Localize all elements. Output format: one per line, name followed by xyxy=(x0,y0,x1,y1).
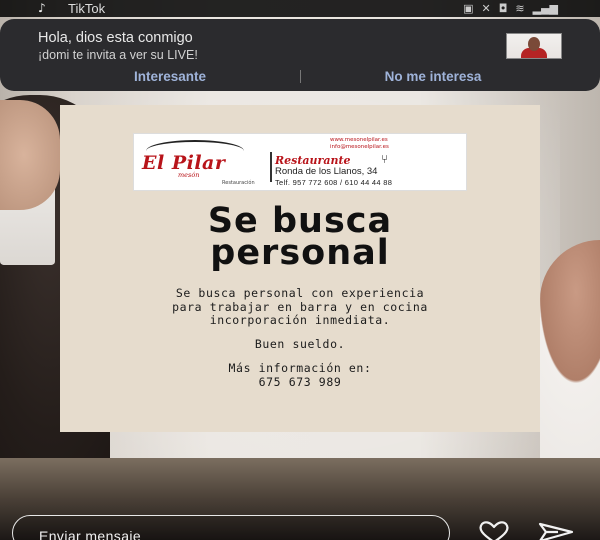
post-description: Se busca personal con experiencia para t… xyxy=(60,286,540,328)
logo-website: www.mesonelpilar.es xyxy=(330,137,388,143)
notification-avatar xyxy=(506,33,562,59)
actions-divider xyxy=(300,70,301,83)
status-bar: ♪ TikTok ▣ ✕ ◘ ≋ ▂▄▆ xyxy=(0,0,600,17)
signal-icon: ▂▄▆ xyxy=(532,2,558,15)
logo-address: Ronda de los Llanos, 34 xyxy=(275,166,378,177)
waiter-face xyxy=(0,100,60,210)
logo-separator xyxy=(270,152,272,182)
reply-bar: Enviar mensaje xyxy=(0,510,600,540)
job-post-card: El Pilar mesón Restauración www.mesonelp… xyxy=(60,105,540,432)
alarm-icon: ◘ xyxy=(498,2,508,15)
logo-sub: mesón xyxy=(178,171,200,179)
live-invite-notification[interactable]: Hola, dios esta conmigo ¡domi te invita … xyxy=(0,19,600,91)
post-salary: Buen sueldo. xyxy=(254,337,346,351)
notification-icon: ▣ xyxy=(463,2,474,15)
cutlery-icon: ⑂ xyxy=(381,152,389,166)
description-line: Se busca personal con experiencia xyxy=(175,286,425,300)
avatar-head xyxy=(528,37,540,51)
wifi-icon: ≋ xyxy=(515,2,525,15)
post-contact: Más información en: 675 673 989 xyxy=(60,361,540,389)
logo-emblem: El Pilar mesón Restauración xyxy=(138,138,258,188)
message-input[interactable]: Enviar mensaje xyxy=(12,515,450,540)
notification-body: ¡domi te invita a ver su LIVE! xyxy=(38,48,198,62)
logo-web: www.mesonelpilar.es info@mesonelpilar.es xyxy=(330,137,389,151)
heart-icon[interactable] xyxy=(476,520,512,540)
message-placeholder: Enviar mensaje xyxy=(39,528,142,540)
mute-icon: ✕ xyxy=(481,2,491,15)
status-icons: ▣ ✕ ◘ ≋ ▂▄▆ xyxy=(463,0,558,17)
contact-phone: 675 673 989 xyxy=(258,374,342,389)
tiktok-icon: ♪ xyxy=(38,1,46,15)
status-app-name: TikTok xyxy=(68,1,106,16)
post-headline: Se busca personal xyxy=(60,204,540,273)
notification-actions: Interesante No me interesa xyxy=(0,67,600,87)
headline-line: personal xyxy=(210,233,390,273)
logo-tag: Restauración xyxy=(222,180,255,186)
description-line: para trabajar en barra y en cocina xyxy=(172,299,428,314)
not-interested-button[interactable]: No me interesa xyxy=(340,67,526,87)
restaurant-logo: El Pilar mesón Restauración www.mesonelp… xyxy=(133,133,467,191)
description-line: incorporación inmediata. xyxy=(209,313,391,327)
interesting-button[interactable]: Interesante xyxy=(100,67,240,87)
notification-title: Hola, dios esta conmigo xyxy=(38,30,193,46)
send-icon[interactable] xyxy=(538,521,574,540)
logo-phone: Telf. 957 772 608 / 610 44 44 88 xyxy=(275,178,393,187)
contact-label: Más información en: xyxy=(228,361,372,375)
logo-email: info@mesonelpilar.es xyxy=(330,144,389,150)
